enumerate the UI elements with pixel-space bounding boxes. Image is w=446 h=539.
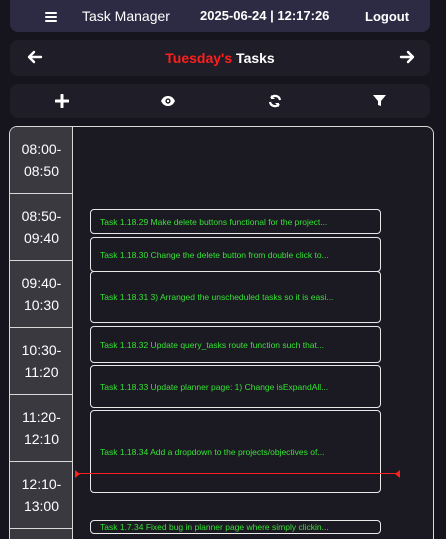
task-label: Task 1.18.31 3) Arranged the unscheduled… <box>100 292 334 302</box>
current-time-marker-right <box>395 470 400 478</box>
time-slot: 10:30- 11:20 <box>10 328 73 395</box>
filter-icon[interactable] <box>373 94 389 110</box>
task-card[interactable]: Task 1.18.31 3) Arranged the unscheduled… <box>90 271 381 323</box>
time-slot: 09:40- 10:30 <box>10 261 73 328</box>
task-card[interactable]: Task 1.18.30 Change the delete button fr… <box>90 237 381 272</box>
time-column: 08:00- 08:50 08:50- 09:40 09:40- 10:30 1… <box>10 127 73 539</box>
task-label: Task 1.18.33 Update planner page: 1) Cha… <box>100 381 329 392</box>
time-slot: 11:20- 12:10 <box>10 395 73 462</box>
time-slot: 12:10- 13:00 <box>10 462 73 529</box>
day-title: Tuesday's Tasks <box>10 50 430 66</box>
task-label: Task 1.18.34 Add a dropdown to the proje… <box>100 446 325 457</box>
toolbar <box>10 84 430 118</box>
app-title: Task Manager <box>82 8 170 24</box>
task-label: Task 1.18.30 Change the delete button fr… <box>100 249 329 260</box>
current-datetime: 2025-06-24 | 12:17:26 <box>200 8 329 23</box>
time-slot: 08:00- 08:50 <box>10 127 73 194</box>
current-time-marker-left <box>75 470 80 478</box>
current-time: 12:17:26 <box>277 8 330 23</box>
day-title-suffix: Tasks <box>232 50 275 66</box>
current-date: 2025-06-24 <box>200 8 267 23</box>
task-label: Task 1.18.32 Update query_tasks route fu… <box>100 339 324 350</box>
eye-icon[interactable] <box>160 94 176 110</box>
time-slot: 08:50- 09:40 <box>10 194 73 261</box>
schedule-grid: 08:00- 08:50 08:50- 09:40 09:40- 10:30 1… <box>9 126 434 539</box>
task-card[interactable]: Task 1.18.34 Add a dropdown to the proje… <box>90 410 381 493</box>
task-label: Task 1.18.29 Make delete buttons functio… <box>100 216 328 227</box>
task-card[interactable]: Task 1.18.32 Update query_tasks route fu… <box>90 326 381 363</box>
logout-button[interactable]: Logout <box>365 9 409 24</box>
next-day-arrow-icon[interactable] <box>399 49 415 65</box>
task-card[interactable]: Task 1.18.29 Make delete buttons functio… <box>90 209 381 234</box>
task-card[interactable]: Task 1.7.34 Fixed bug in planner page wh… <box>90 520 381 534</box>
top-header: Task Manager 2025-06-24 | 12:17:26 Logou… <box>10 0 430 32</box>
plus-icon[interactable] <box>54 93 71 110</box>
task-card[interactable]: Task 1.18.33 Update planner page: 1) Cha… <box>90 365 381 408</box>
task-label: Task 1.7.34 Fixed bug in planner page wh… <box>100 522 329 532</box>
day-name: Tuesday's <box>165 50 233 66</box>
day-navigation: Tuesday's Tasks <box>10 40 430 76</box>
hamburger-menu-icon[interactable] <box>45 12 57 22</box>
current-time-indicator <box>77 473 398 474</box>
refresh-icon[interactable] <box>268 94 284 110</box>
